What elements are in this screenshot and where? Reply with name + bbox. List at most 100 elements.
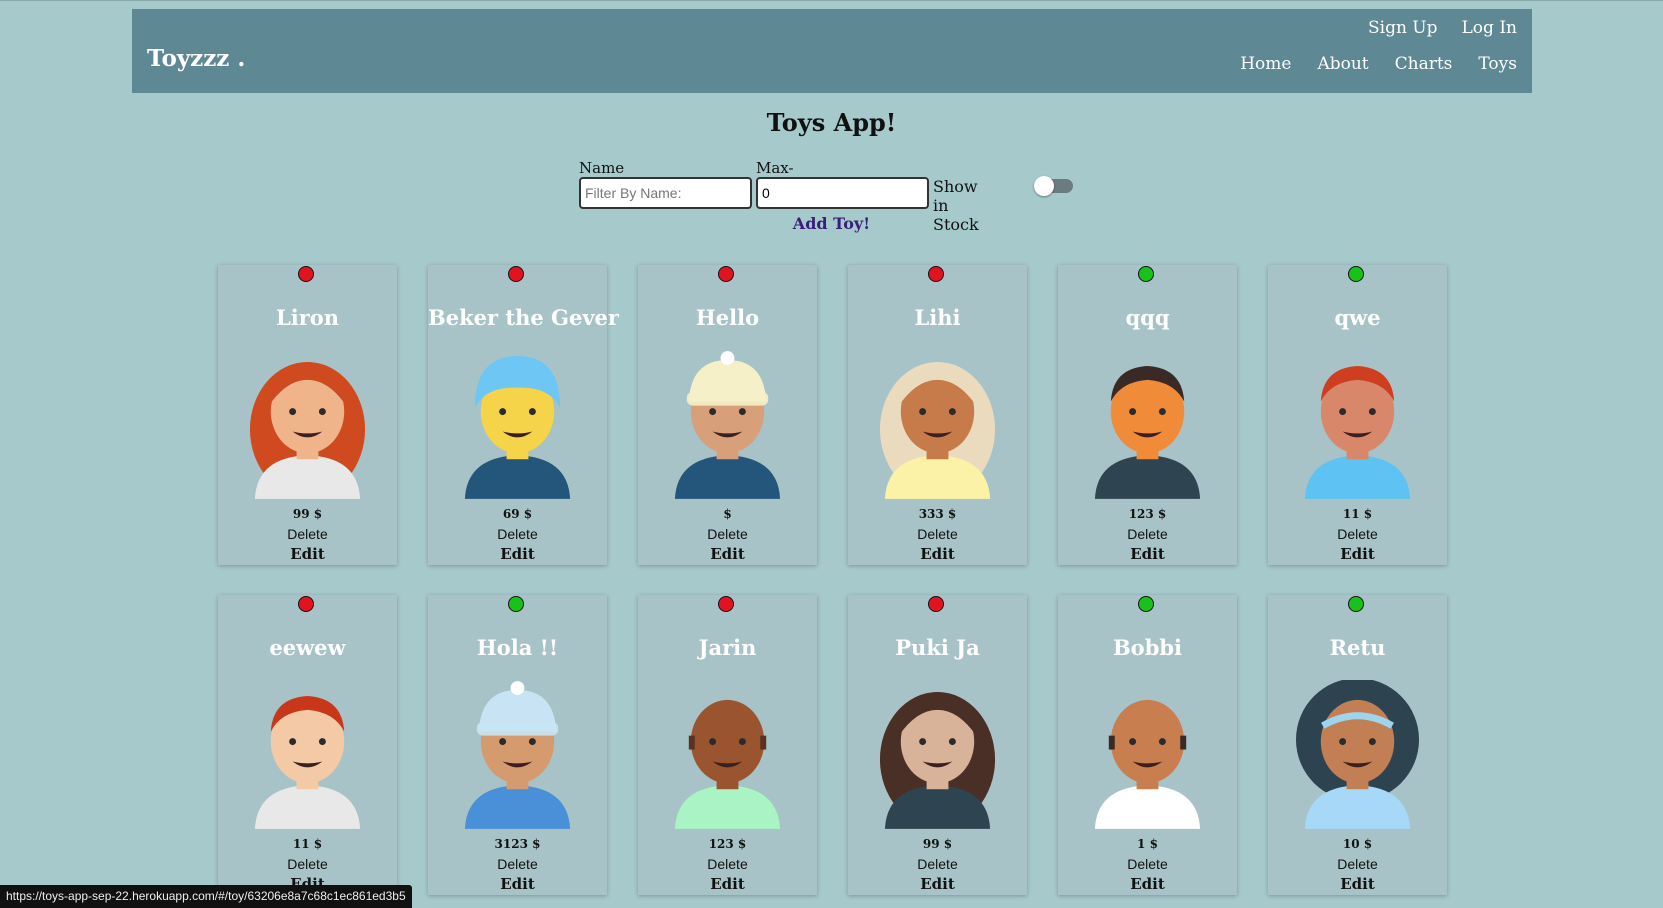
toy-price: 99 $ (922, 837, 953, 851)
auth-links: Sign Up Log In (1368, 18, 1517, 38)
link-status-bar: https://toys-app-sep-22.herokuapp.com/#/… (0, 885, 412, 908)
toy-name: eewew (269, 635, 346, 660)
delete-toy-button[interactable]: Delete (848, 526, 1027, 542)
delete-toy-button[interactable]: Delete (218, 856, 397, 872)
edit-toy-link[interactable]: Edit (1058, 875, 1237, 893)
toy-avatar-image (464, 356, 571, 499)
out-of-stock-indicator (508, 266, 524, 282)
in-stock-indicator (508, 596, 524, 612)
in-stock-indicator (1348, 596, 1364, 612)
window-top-border (0, 0, 1663, 1)
toy-avatar-image (1094, 699, 1201, 829)
edit-toy-link[interactable]: Edit (1058, 545, 1237, 563)
main-nav: Home About Charts Toys (1240, 54, 1517, 74)
delete-toy-button[interactable]: Delete (218, 526, 397, 542)
delete-toy-button[interactable]: Delete (428, 526, 607, 542)
edit-toy-link[interactable]: Edit (638, 875, 817, 893)
toy-avatar-image (1094, 365, 1201, 499)
delete-toy-button[interactable]: Delete (638, 526, 817, 542)
toy-name: Puki Ja (895, 635, 980, 660)
login-link[interactable]: Log In (1462, 18, 1517, 38)
toy-card[interactable]: eewew 11 $ Delete Edit (218, 595, 397, 895)
in-stock-indicator (1138, 596, 1154, 612)
toy-price: 3123 $ (494, 837, 541, 851)
toy-name: Beker the Gever (428, 305, 619, 330)
edit-toy-link[interactable]: Edit (848, 545, 1027, 563)
toy-price: 123 $ (1128, 507, 1167, 521)
name-filter-input[interactable] (579, 177, 752, 209)
toy-card[interactable]: Jarin 123 $ Delete Edit (638, 595, 817, 895)
edit-toy-link[interactable]: Edit (848, 875, 1027, 893)
out-of-stock-indicator (298, 596, 314, 612)
toy-card[interactable]: Puki Ja 99 $ Delete Edit (848, 595, 1027, 895)
toy-card[interactable]: Hello $ Delete Edit (638, 265, 817, 565)
toy-avatar-image (254, 695, 361, 829)
toy-name: Hello (695, 305, 760, 330)
toy-avatar-image (879, 361, 996, 499)
in-stock-indicator (1138, 266, 1154, 282)
toy-price: $ (723, 507, 732, 521)
nav-about[interactable]: About (1317, 54, 1368, 74)
delete-toy-button[interactable]: Delete (428, 856, 607, 872)
delete-toy-button[interactable]: Delete (1058, 526, 1237, 542)
toy-card[interactable]: Hola !! 3123 $ Delete Edit (428, 595, 607, 895)
toy-avatar-image (879, 691, 996, 829)
out-of-stock-indicator (718, 596, 734, 612)
signup-link[interactable]: Sign Up (1368, 18, 1438, 38)
toy-price: 10 $ (1342, 837, 1373, 851)
delete-toy-button[interactable]: Delete (1058, 856, 1237, 872)
toy-card[interactable]: Lihi 333 $ Delete Edit (848, 265, 1027, 565)
toy-name: qqq (1125, 305, 1170, 330)
toy-card[interactable]: Beker the Gever 69 $ Delete Edit (428, 265, 619, 565)
edit-toy-link[interactable]: Edit (1268, 875, 1447, 893)
out-of-stock-indicator (718, 266, 734, 282)
toy-avatar-image (1304, 365, 1411, 499)
toy-avatar-image (674, 699, 781, 829)
edit-toy-link[interactable]: Edit (638, 545, 817, 563)
app-header: Toyzzz . Sign Up Log In Home About Chart… (132, 9, 1532, 93)
toy-name: Liron (275, 305, 340, 330)
delete-toy-button[interactable]: Delete (848, 856, 1027, 872)
toy-name: Jarin (698, 635, 757, 660)
toy-price: 123 $ (708, 837, 747, 851)
name-filter-label: Name (579, 159, 625, 177)
out-of-stock-indicator (298, 266, 314, 282)
delete-toy-button[interactable]: Delete (638, 856, 817, 872)
page-title: Toys App! (766, 108, 897, 137)
brand-logo[interactable]: Toyzzz . (147, 45, 245, 72)
out-of-stock-indicator (928, 266, 944, 282)
toy-name: Bobbi (1112, 635, 1183, 660)
toy-price: 11 $ (292, 837, 323, 851)
nav-home[interactable]: Home (1240, 54, 1291, 74)
toy-price: 69 $ (502, 507, 533, 521)
toy-avatar-image (1295, 680, 1420, 829)
toy-card[interactable]: Liron 99 $ Delete Edit (218, 265, 397, 565)
out-of-stock-indicator (928, 596, 944, 612)
stock-toggle-knob[interactable] (1034, 176, 1054, 196)
toy-name: Retu (1329, 635, 1386, 660)
edit-toy-link[interactable]: Edit (428, 545, 607, 563)
edit-toy-link[interactable]: Edit (1268, 545, 1447, 563)
edit-toy-link[interactable]: Edit (428, 875, 607, 893)
toy-price: 333 $ (918, 507, 957, 521)
stock-toggle[interactable] (1034, 176, 1073, 196)
toy-name: Lihi (914, 305, 961, 330)
toy-name: Hola !! (476, 635, 559, 660)
nav-charts[interactable]: Charts (1395, 54, 1453, 74)
delete-toy-button[interactable]: Delete (1268, 526, 1447, 542)
toy-card[interactable]: qqq 123 $ Delete Edit (1058, 265, 1237, 565)
add-toy-button[interactable]: Add Toy! (0, 214, 1663, 233)
toy-name: qwe (1334, 305, 1381, 330)
edit-toy-link[interactable]: Edit (218, 545, 397, 563)
toy-card[interactable]: Retu 10 $ Delete Edit (1268, 595, 1447, 895)
toy-avatar-image (249, 361, 366, 499)
toy-avatar-image (464, 681, 571, 829)
nav-toys[interactable]: Toys (1478, 54, 1517, 74)
delete-toy-button[interactable]: Delete (1268, 856, 1447, 872)
in-stock-indicator (1348, 266, 1364, 282)
toy-avatar-image (674, 351, 781, 499)
toy-price: 1 $ (1137, 837, 1158, 851)
toy-card[interactable]: qwe 11 $ Delete Edit (1268, 265, 1447, 565)
toy-card[interactable]: Bobbi 1 $ Delete Edit (1058, 595, 1237, 895)
max-price-input[interactable] (756, 177, 929, 209)
